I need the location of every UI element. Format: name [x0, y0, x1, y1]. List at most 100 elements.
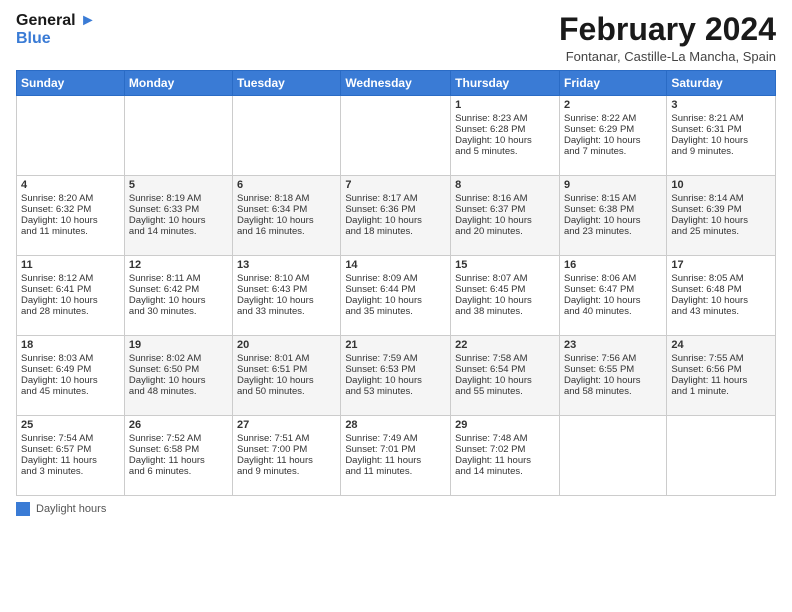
- calendar-cell: 13Sunrise: 8:10 AMSunset: 6:43 PMDayligh…: [233, 256, 341, 336]
- day-info-line: Sunrise: 8:16 AM: [455, 193, 555, 204]
- calendar-cell: 28Sunrise: 7:49 AMSunset: 7:01 PMDayligh…: [341, 416, 451, 496]
- calendar-day-header: Tuesday: [233, 71, 341, 96]
- day-info-line: Sunset: 6:41 PM: [21, 284, 120, 295]
- day-info-line: and 16 minutes.: [237, 226, 336, 237]
- day-info-line: Sunrise: 8:17 AM: [345, 193, 446, 204]
- day-info-line: Daylight: 10 hours: [237, 375, 336, 386]
- day-number: 22: [455, 339, 555, 351]
- day-info-line: Sunrise: 8:09 AM: [345, 273, 446, 284]
- day-info-line: Daylight: 10 hours: [129, 215, 228, 226]
- calendar-cell: [124, 96, 232, 176]
- calendar-cell: 22Sunrise: 7:58 AMSunset: 6:54 PMDayligh…: [451, 336, 560, 416]
- day-info-line: Sunset: 6:57 PM: [21, 444, 120, 455]
- calendar-body: 1Sunrise: 8:23 AMSunset: 6:28 PMDaylight…: [17, 96, 776, 496]
- day-info-line: Daylight: 10 hours: [21, 295, 120, 306]
- calendar-week-row: 18Sunrise: 8:03 AMSunset: 6:49 PMDayligh…: [17, 336, 776, 416]
- day-info-line: Sunset: 6:53 PM: [345, 364, 446, 375]
- day-info-line: Sunset: 7:00 PM: [237, 444, 336, 455]
- day-info-line: Sunrise: 8:05 AM: [671, 273, 771, 284]
- day-info-line: Daylight: 10 hours: [564, 375, 662, 386]
- day-number: 5: [129, 179, 228, 191]
- day-info-line: Sunrise: 7:48 AM: [455, 433, 555, 444]
- day-number: 27: [237, 419, 336, 431]
- day-info-line: and 14 minutes.: [129, 226, 228, 237]
- day-info-line: Daylight: 10 hours: [564, 215, 662, 226]
- calendar-cell: [559, 416, 666, 496]
- calendar-day-header: Wednesday: [341, 71, 451, 96]
- calendar-week-row: 11Sunrise: 8:12 AMSunset: 6:41 PMDayligh…: [17, 256, 776, 336]
- day-info-line: Sunset: 6:49 PM: [21, 364, 120, 375]
- day-info-line: Sunset: 6:42 PM: [129, 284, 228, 295]
- day-info-line: and 30 minutes.: [129, 306, 228, 317]
- day-info-line: Sunset: 7:01 PM: [345, 444, 446, 455]
- calendar-cell: 26Sunrise: 7:52 AMSunset: 6:58 PMDayligh…: [124, 416, 232, 496]
- day-info-line: Sunset: 6:51 PM: [237, 364, 336, 375]
- day-info-line: Sunset: 6:32 PM: [21, 204, 120, 215]
- day-info-line: Sunrise: 8:20 AM: [21, 193, 120, 204]
- day-info-line: Sunrise: 8:10 AM: [237, 273, 336, 284]
- day-info-line: and 45 minutes.: [21, 386, 120, 397]
- day-info-line: and 33 minutes.: [237, 306, 336, 317]
- day-info-line: Sunset: 6:38 PM: [564, 204, 662, 215]
- day-info-line: Sunset: 6:58 PM: [129, 444, 228, 455]
- day-info-line: Daylight: 10 hours: [564, 295, 662, 306]
- day-number: 17: [671, 259, 771, 271]
- day-info-line: Daylight: 10 hours: [671, 215, 771, 226]
- calendar-cell: 16Sunrise: 8:06 AMSunset: 6:47 PMDayligh…: [559, 256, 666, 336]
- day-number: 14: [345, 259, 446, 271]
- day-info-line: Sunset: 6:50 PM: [129, 364, 228, 375]
- day-number: 9: [564, 179, 662, 191]
- calendar-cell: 17Sunrise: 8:05 AMSunset: 6:48 PMDayligh…: [667, 256, 776, 336]
- day-info-line: Daylight: 10 hours: [345, 295, 446, 306]
- day-number: 25: [21, 419, 120, 431]
- calendar-cell: 10Sunrise: 8:14 AMSunset: 6:39 PMDayligh…: [667, 176, 776, 256]
- day-number: 3: [671, 99, 771, 111]
- day-info-line: Daylight: 10 hours: [345, 375, 446, 386]
- day-info-line: Sunset: 6:43 PM: [237, 284, 336, 295]
- calendar-week-row: 4Sunrise: 8:20 AMSunset: 6:32 PMDaylight…: [17, 176, 776, 256]
- page-header: General ► Blue February 2024 Fontanar, C…: [16, 12, 776, 64]
- calendar-cell: 4Sunrise: 8:20 AMSunset: 6:32 PMDaylight…: [17, 176, 125, 256]
- calendar-cell: 19Sunrise: 8:02 AMSunset: 6:50 PMDayligh…: [124, 336, 232, 416]
- day-info-line: Sunrise: 7:58 AM: [455, 353, 555, 364]
- day-number: 11: [21, 259, 120, 271]
- day-info-line: Daylight: 10 hours: [21, 375, 120, 386]
- day-info-line: and 40 minutes.: [564, 306, 662, 317]
- day-number: 20: [237, 339, 336, 351]
- day-info-line: and 25 minutes.: [671, 226, 771, 237]
- calendar-cell: 9 Sunrise: 8:15 AMSunset: 6:38 PMDaylight…: [559, 176, 666, 256]
- day-info-line: Sunset: 6:55 PM: [564, 364, 662, 375]
- calendar-cell: [17, 96, 125, 176]
- day-info-line: and 7 minutes.: [564, 146, 662, 157]
- location: Fontanar, Castille-La Mancha, Spain: [559, 49, 776, 64]
- calendar-cell: 29Sunrise: 7:48 AMSunset: 7:02 PMDayligh…: [451, 416, 560, 496]
- day-info-line: and 35 minutes.: [345, 306, 446, 317]
- calendar-cell: [341, 96, 451, 176]
- day-info-line: Sunset: 6:56 PM: [671, 364, 771, 375]
- day-info-line: Sunrise: 8:15 AM: [564, 193, 662, 204]
- calendar-cell: 14Sunrise: 8:09 AMSunset: 6:44 PMDayligh…: [341, 256, 451, 336]
- day-info-line: Sunset: 6:47 PM: [564, 284, 662, 295]
- day-number: 2: [564, 99, 662, 111]
- calendar-cell: 18Sunrise: 8:03 AMSunset: 6:49 PMDayligh…: [17, 336, 125, 416]
- day-info-line: Sunrise: 8:12 AM: [21, 273, 120, 284]
- calendar-cell: 23Sunrise: 7:56 AMSunset: 6:55 PMDayligh…: [559, 336, 666, 416]
- day-number: 13: [237, 259, 336, 271]
- day-info-line: Sunset: 6:29 PM: [564, 124, 662, 135]
- day-number: 28: [345, 419, 446, 431]
- day-info-line: and 3 minutes.: [21, 466, 120, 477]
- calendar-cell: 3Sunrise: 8:21 AMSunset: 6:31 PMDaylight…: [667, 96, 776, 176]
- day-info-line: and 9 minutes.: [237, 466, 336, 477]
- day-number: 1: [455, 99, 555, 111]
- title-block: February 2024 Fontanar, Castille-La Manc…: [559, 12, 776, 64]
- day-info-line: Daylight: 10 hours: [237, 215, 336, 226]
- calendar-week-row: 1Sunrise: 8:23 AMSunset: 6:28 PMDaylight…: [17, 96, 776, 176]
- calendar-cell: 6Sunrise: 8:18 AMSunset: 6:34 PMDaylight…: [233, 176, 341, 256]
- day-number: 6: [237, 179, 336, 191]
- calendar-cell: 27Sunrise: 7:51 AMSunset: 7:00 PMDayligh…: [233, 416, 341, 496]
- calendar-cell: 5Sunrise: 8:19 AMSunset: 6:33 PMDaylight…: [124, 176, 232, 256]
- day-info-line: Sunrise: 8:14 AM: [671, 193, 771, 204]
- calendar-day-header: Friday: [559, 71, 666, 96]
- day-info-line: Sunset: 6:34 PM: [237, 204, 336, 215]
- day-info-line: Sunset: 6:39 PM: [671, 204, 771, 215]
